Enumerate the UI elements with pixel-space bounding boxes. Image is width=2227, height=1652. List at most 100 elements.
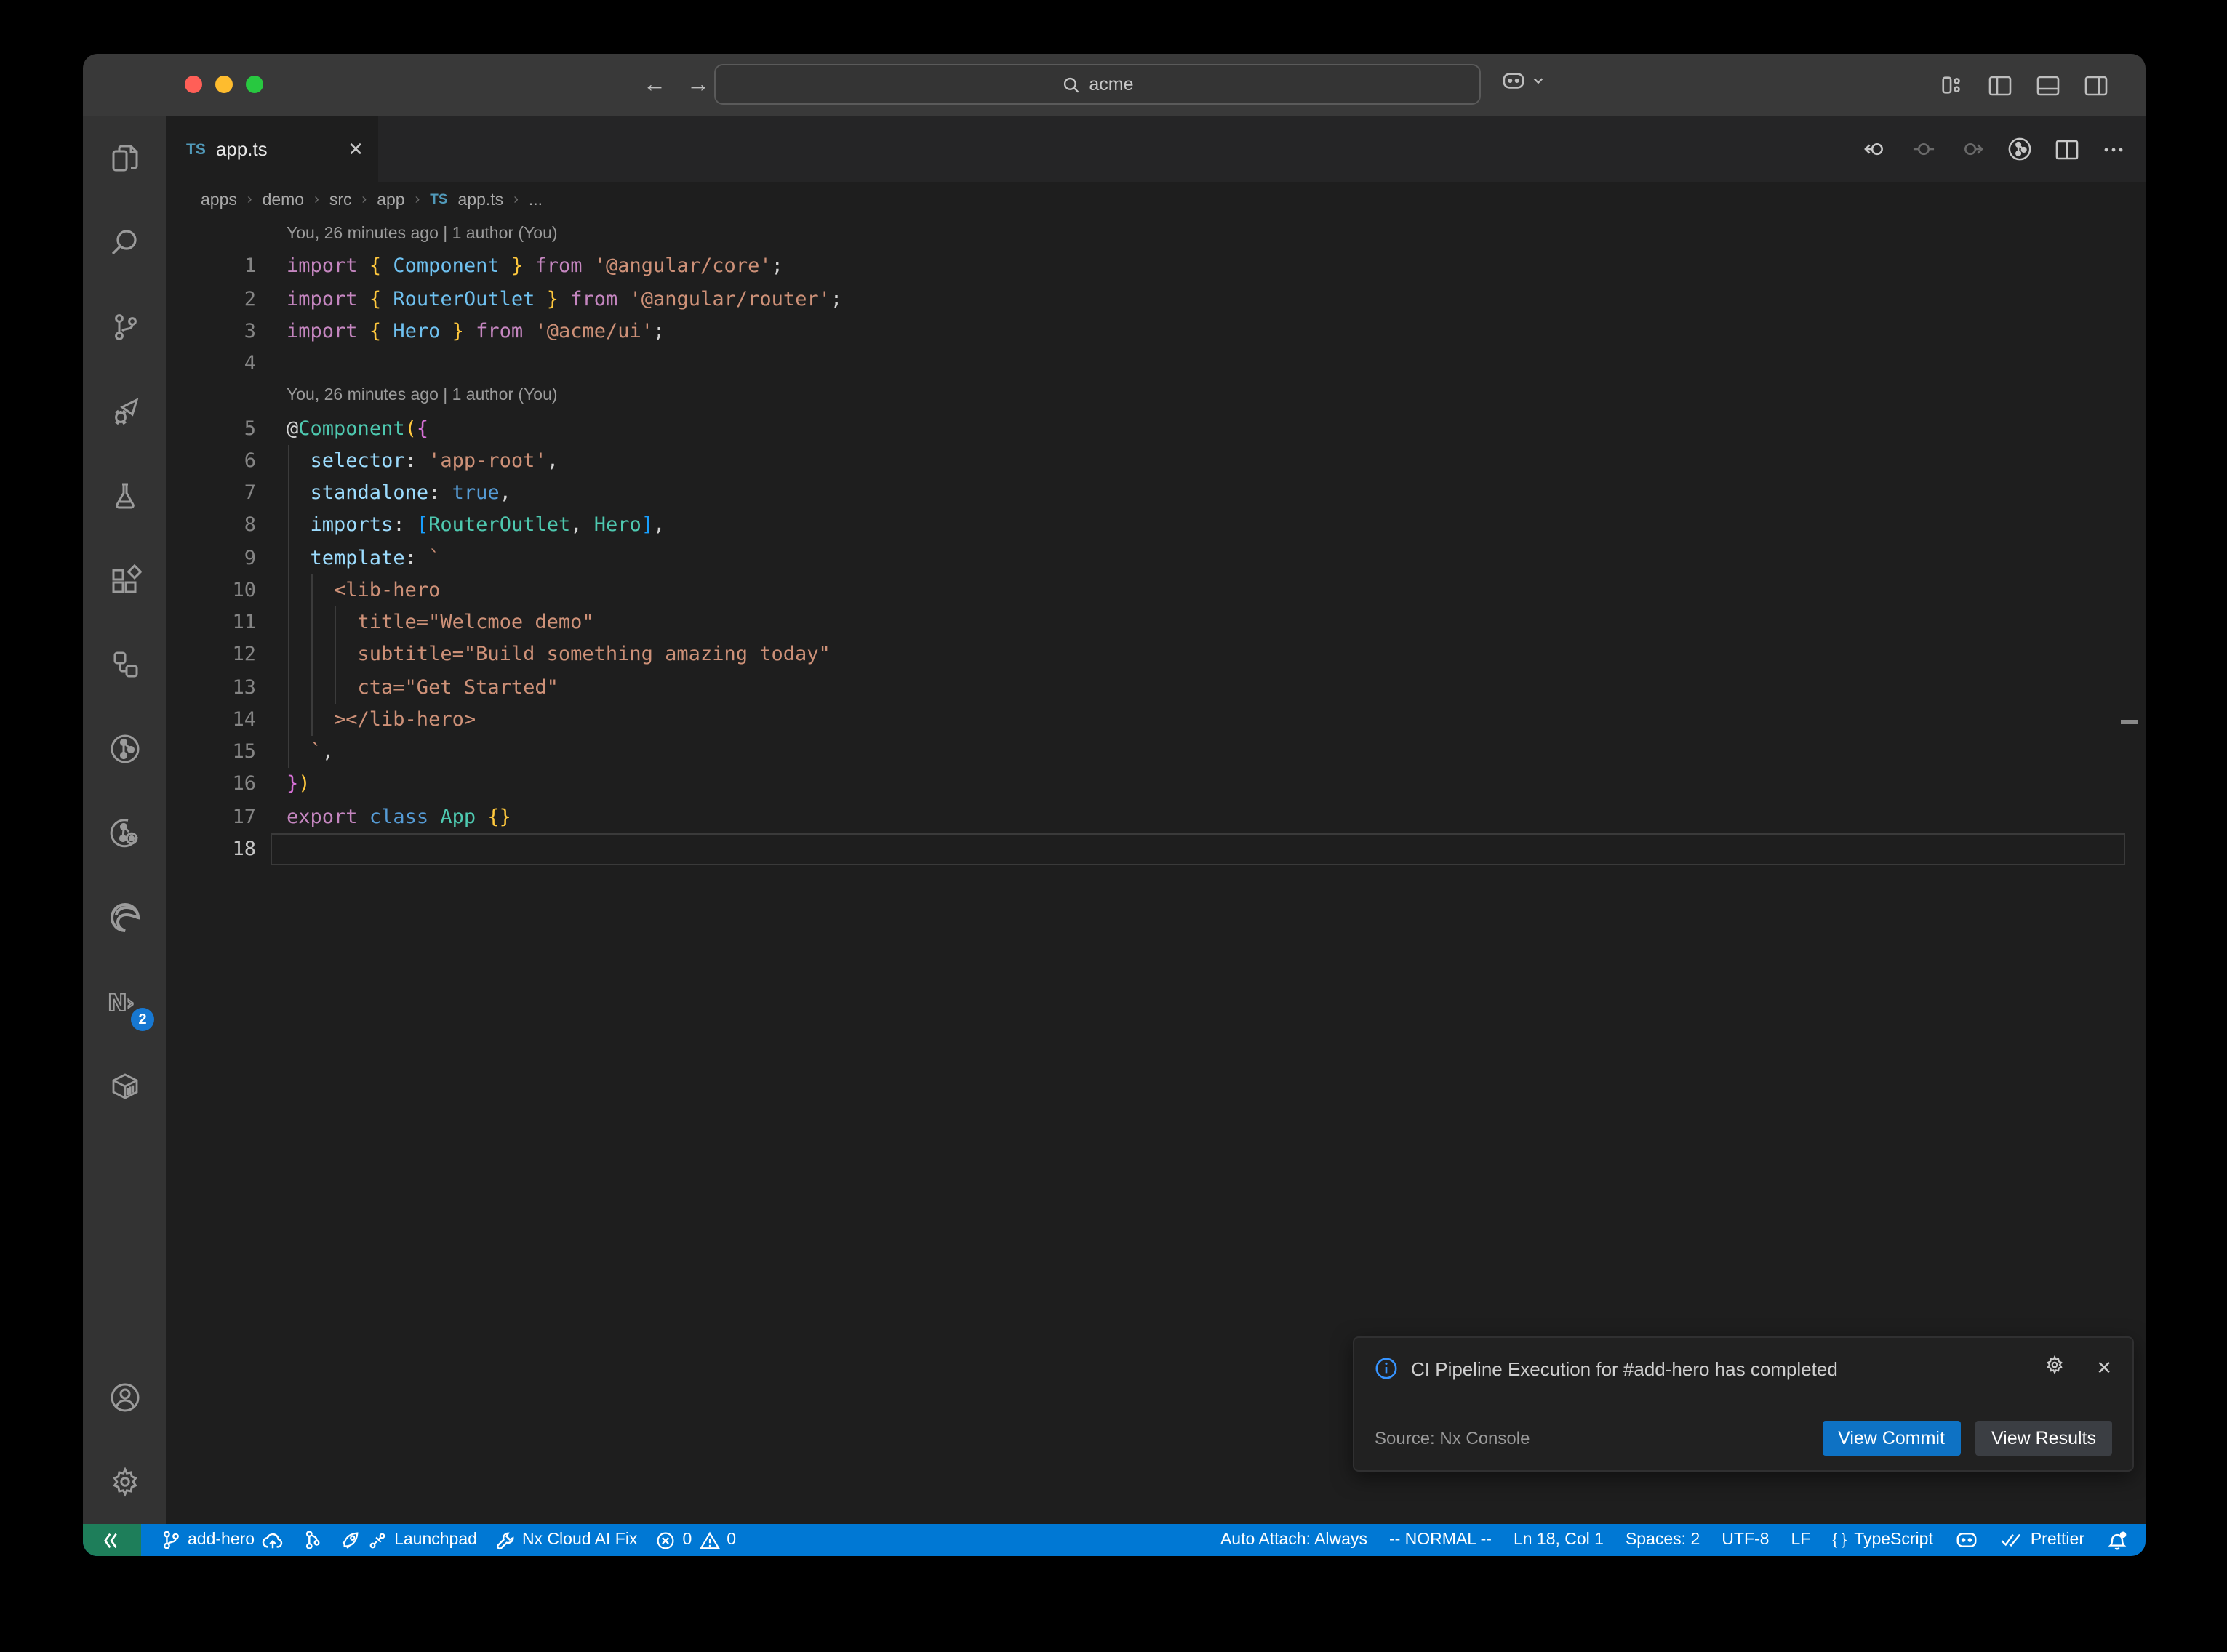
problems-status[interactable]: 0 0 <box>656 1531 736 1549</box>
line-number[interactable]: 3 <box>166 316 256 348</box>
notification-settings-gear-icon[interactable] <box>2044 1354 2066 1383</box>
view-results-button[interactable]: View Results <box>1975 1421 2112 1456</box>
line-number[interactable]: 9 <box>166 542 256 574</box>
code-line[interactable]: 3import { Hero } from '@acme/ui'; <box>166 316 2146 348</box>
eol-status[interactable]: LF <box>1791 1531 1810 1549</box>
line-number[interactable]: 5 <box>166 412 256 445</box>
code-line[interactable]: 4 <box>166 348 2146 380</box>
toggle-secondary-sidebar-icon[interactable] <box>2084 75 2108 95</box>
code-line[interactable]: 8 imports: [RouterOutlet, Hero], <box>166 510 2146 542</box>
indent-guide <box>335 606 336 704</box>
previous-change-icon[interactable] <box>1863 138 1888 160</box>
code-line[interactable]: 18 <box>166 833 2146 866</box>
accounts-icon[interactable] <box>83 1355 166 1440</box>
code-line[interactable]: 1import { Component } from '@angular/cor… <box>166 251 2146 284</box>
breadcrumb-item[interactable]: app <box>377 191 404 209</box>
more-actions-icon[interactable] <box>2102 139 2125 159</box>
gitlens-inspect-icon[interactable] <box>83 791 166 875</box>
run-debug-icon[interactable] <box>83 369 166 454</box>
cursor-position-status[interactable]: Ln 18, Col 1 <box>1514 1531 1604 1549</box>
line-number[interactable]: 6 <box>166 445 256 478</box>
encoding-status[interactable]: UTF-8 <box>1722 1531 1769 1549</box>
line-number[interactable]: 11 <box>166 606 256 639</box>
customize-layout-icon[interactable] <box>1939 74 1964 96</box>
search-view-icon[interactable] <box>83 201 166 285</box>
tab-close-icon[interactable]: ✕ <box>348 137 364 161</box>
line-number[interactable]: 15 <box>166 736 256 769</box>
notification-close-icon[interactable]: ✕ <box>2096 1357 2112 1380</box>
nx-cloud-fix-status[interactable]: Nx Cloud AI Fix <box>496 1531 638 1549</box>
code-line[interactable]: 12 subtitle="Build something amazing tod… <box>166 639 2146 672</box>
code-line[interactable]: 16}) <box>166 769 2146 801</box>
commit-graph-status[interactable] <box>303 1530 321 1550</box>
toggle-primary-sidebar-icon[interactable] <box>1988 75 2012 95</box>
notifications-bell[interactable] <box>2106 1529 2128 1551</box>
gitlens-icon[interactable] <box>83 707 166 791</box>
edge-tools-icon[interactable] <box>83 875 166 960</box>
testing-icon[interactable] <box>83 454 166 538</box>
copilot-status[interactable] <box>1955 1530 1978 1550</box>
line-number[interactable]: 17 <box>166 801 256 833</box>
prettier-status[interactable]: Prettier <box>2000 1531 2084 1549</box>
line-number[interactable]: 12 <box>166 639 256 672</box>
code-line[interactable]: 6 selector: 'app-root', <box>166 445 2146 478</box>
extensions-icon[interactable] <box>83 538 166 622</box>
command-center-search[interactable]: acme <box>714 64 1481 105</box>
linked-squares-icon[interactable] <box>83 622 166 707</box>
current-change-icon[interactable] <box>1911 138 1936 160</box>
next-change-icon[interactable] <box>1959 138 1984 160</box>
code-line[interactable]: 15 `, <box>166 736 2146 769</box>
source-control-icon[interactable] <box>83 285 166 369</box>
code-line[interactable]: 11 title="Welcmoe demo" <box>166 606 2146 639</box>
git-branch-status[interactable]: add-hero <box>161 1530 284 1550</box>
code-line[interactable]: 10 <lib-hero <box>166 574 2146 607</box>
toggle-panel-icon[interactable] <box>2036 75 2060 95</box>
container-tools-icon[interactable] <box>83 1044 166 1128</box>
code-line[interactable]: 17export class App {} <box>166 801 2146 833</box>
line-number[interactable]: 14 <box>166 704 256 737</box>
line-number[interactable]: 7 <box>166 477 256 510</box>
split-editor-icon[interactable] <box>2055 139 2079 159</box>
tab-app-ts[interactable]: TS app.ts ✕ <box>166 116 378 182</box>
breadcrumb-item[interactable]: apps <box>201 191 237 209</box>
indentation-status[interactable]: Spaces: 2 <box>1626 1531 1700 1549</box>
line-number[interactable]: 1 <box>166 251 256 284</box>
code-line[interactable]: 2import { RouterOutlet } from '@angular/… <box>166 283 2146 316</box>
breadcrumb-item[interactable]: demo <box>263 191 305 209</box>
blame-annotation[interactable]: You, 26 minutes ago | 1 author (You) <box>166 218 2146 251</box>
navigate-back-button[interactable]: ← <box>643 72 666 98</box>
commit-graph-icon[interactable] <box>2007 137 2032 161</box>
line-number[interactable]: 10 <box>166 574 256 607</box>
language-mode-status[interactable]: { }TypeScript <box>1832 1531 1933 1549</box>
line-number[interactable]: 13 <box>166 671 256 704</box>
auto-attach-status[interactable]: Auto Attach: Always <box>1220 1531 1367 1549</box>
breadcrumb-file[interactable]: app.ts <box>458 191 504 209</box>
navigate-forward-button[interactable]: → <box>687 72 710 98</box>
view-commit-button[interactable]: View Commit <box>1822 1421 1961 1456</box>
line-number[interactable]: 16 <box>166 769 256 801</box>
remote-indicator[interactable] <box>83 1524 141 1556</box>
line-number[interactable]: 2 <box>166 283 256 316</box>
explorer-icon[interactable] <box>83 116 166 201</box>
line-number[interactable]: 4 <box>166 348 256 380</box>
nx-console-icon[interactable]: N› 2 <box>83 960 166 1044</box>
code-line[interactable]: 14 ></lib-hero> <box>166 704 2146 737</box>
breadcrumb-item[interactable]: src <box>329 191 352 209</box>
settings-gear-icon[interactable] <box>83 1440 166 1524</box>
code-line[interactable]: 7 standalone: true, <box>166 477 2146 510</box>
svg-text:›: › <box>126 993 134 1014</box>
zoom-window-button[interactable] <box>246 76 263 93</box>
blame-annotation[interactable]: You, 26 minutes ago | 1 author (You) <box>166 380 2146 413</box>
vim-mode-status[interactable]: -- NORMAL -- <box>1389 1531 1492 1549</box>
copilot-menu[interactable] <box>1501 70 1545 92</box>
line-number[interactable]: 18 <box>166 833 256 866</box>
close-window-button[interactable] <box>185 76 202 93</box>
code-editor[interactable]: You, 26 minutes ago | 1 author (You)1imp… <box>166 218 2146 1524</box>
code-line[interactable]: 9 template: ` <box>166 542 2146 574</box>
minimize-window-button[interactable] <box>215 76 233 93</box>
launchpad-status[interactable]: Launchpad <box>340 1530 477 1550</box>
code-line[interactable]: 5@Component({ <box>166 412 2146 445</box>
code-line[interactable]: 13 cta="Get Started" <box>166 671 2146 704</box>
breadcrumb-tail[interactable]: ... <box>529 191 543 209</box>
line-number[interactable]: 8 <box>166 510 256 542</box>
